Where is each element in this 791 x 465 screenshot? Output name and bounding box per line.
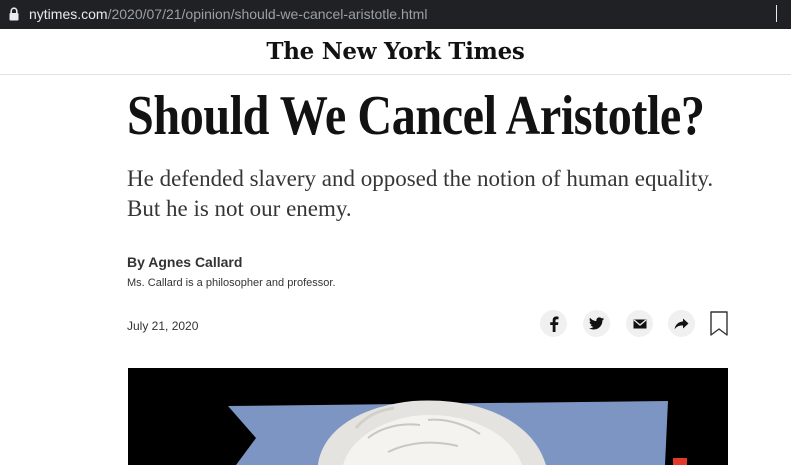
url-text[interactable]: nytimes.com/2020/07/21/opinion/should-we… [29, 6, 427, 22]
email-share-button[interactable] [626, 310, 653, 337]
twitter-share-button[interactable] [583, 310, 610, 337]
bookmark-icon[interactable] [710, 311, 728, 336]
article-summary: He defended slavery and opposed the noti… [127, 166, 714, 221]
lock-icon [9, 7, 19, 21]
email-icon [633, 319, 646, 328]
text-cursor [776, 5, 777, 22]
facebook-share-button[interactable] [540, 310, 567, 337]
url-domain: nytimes.com [29, 6, 108, 22]
more-share-button[interactable] [668, 310, 695, 337]
twitter-icon [589, 317, 604, 330]
article-headline: Should We Cancel Aristotle? [127, 85, 705, 147]
share-icon [674, 318, 689, 329]
facebook-icon [549, 316, 558, 332]
site-header: The New York Times [0, 29, 791, 75]
url-path: /2020/07/21/opinion/should-we-cancel-ari… [107, 6, 428, 22]
byline[interactable]: By Agnes Callard [127, 254, 242, 270]
publish-date: July 21, 2020 [127, 319, 199, 333]
author-bio: Ms. Callard is a philosopher and profess… [127, 277, 336, 289]
aristotle-bust-image [228, 400, 687, 465]
nyt-logo[interactable]: The New York Times [0, 38, 791, 65]
lead-image [128, 368, 728, 465]
browser-address-bar[interactable]: nytimes.com/2020/07/21/opinion/should-we… [0, 0, 791, 29]
